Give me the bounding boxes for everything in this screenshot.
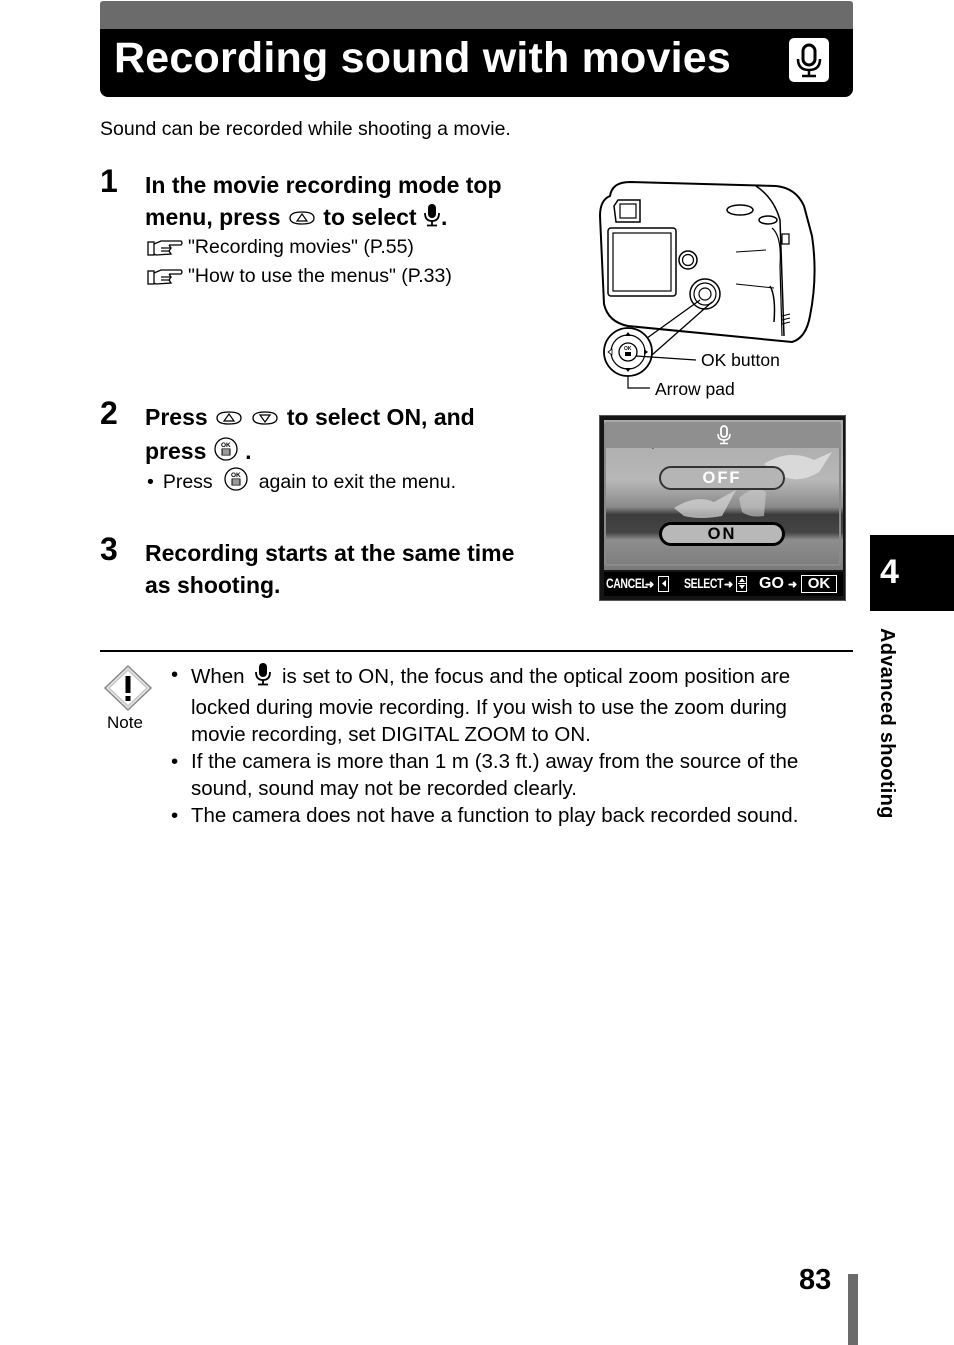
arrow-down-button-icon [250,403,280,435]
note-text: When [191,664,245,688]
note-line: sound, sound may not be recorded clearly… [191,777,577,800]
step-1-number: 1 [100,163,118,199]
microphone-icon [789,38,829,82]
page-title-bar: Recording sound with movies [100,1,853,97]
step-2-line-1: Press to select ON, and [145,401,475,435]
step-2-text: press [145,437,207,464]
ok-button-callout: OK button [701,350,780,370]
chapter-tab[interactable]: 4 [870,535,954,611]
title-bar-top-strip [100,1,853,29]
step-1-text: to select [323,204,417,230]
ok-button-icon: OK [213,436,239,470]
step-1-line-2: menu, press to select . [145,201,502,236]
microphone-icon [423,202,441,236]
note-label: Note [107,713,143,732]
step-2-line-2: press OK . [145,435,475,470]
note-line: movie recording, set DIGITAL ZOOM to ON. [191,723,591,746]
bullet: • [171,804,179,827]
svg-text:OK: OK [221,442,231,449]
lcd-option-off[interactable]: OFF [659,466,785,490]
arrow-up-button-icon [287,203,317,235]
lcd-option-on[interactable]: ON [659,522,785,546]
microphone-icon [716,425,732,450]
note-line: If the camera is more than 1 m (3.3 ft.)… [191,750,799,773]
step-2-text: to select ON, and [286,404,475,430]
lcd-menu-header [606,422,841,448]
select-label: SELECT [684,575,724,591]
page-title: Recording sound with movies [114,34,732,82]
step-2-instruction: Press to select ON, and press OK . [145,401,475,470]
note-line: locked during movie recording. If you wi… [191,696,787,719]
reference-link[interactable]: "How to use the menus" (P.33) [147,262,452,291]
step-2-text: . [245,437,252,464]
camera-illustration: OK [596,176,836,406]
left-key-icon [658,576,669,592]
bullet-text: again to exit the menu. [258,470,456,493]
note-list: • When is set to ON, the focus and the o… [171,661,861,829]
arrow-up-button-icon [214,403,244,435]
svg-text:OK: OK [624,346,632,352]
cancel-label: CANCEL [606,575,648,591]
ok-key-label: OK [801,575,837,593]
step-2-text: Press [145,404,208,430]
reference-text: "Recording movies" (P.55) [188,236,414,258]
up-down-key-icon [736,576,747,592]
reference-hand-icon [147,238,185,258]
warning-diamond-icon [103,664,153,717]
lcd-bottom-bar: CANCEL ➜ SELECT ➜ GO ➜ OK [604,572,843,596]
step-3-number: 3 [100,531,118,567]
step-1-instruction: In the movie recording mode top menu, pr… [145,169,502,236]
bullet: • [171,750,179,773]
reference-hand-icon [147,267,185,287]
step-2-bullet: • Press OK again to exit the menu. [147,466,456,498]
arrow-right-icon: ➜ [788,578,798,591]
intro-text: Sound can be recorded while shooting a m… [100,118,511,140]
lcd-menu-screen: OFF ON CANCEL ➜ SELECT ➜ GO ➜ OK [599,415,846,601]
step-3-line-1: Recording starts at the same time [145,540,515,566]
note-text: is set to ON, the focus and the optical … [281,664,791,688]
note-item: • If the camera is more than 1 m (3.3 ft… [171,748,861,802]
bullet: • [147,470,154,493]
step-3-instruction: Recording starts at the same time as sho… [145,537,514,601]
arrow-pad-callout: Arrow pad [655,379,735,399]
title-bar-main: Recording sound with movies [100,29,853,97]
note-item: • When is set to ON, the focus and the o… [171,661,861,748]
note-line: When is set to ON, the focus and the opt… [191,661,861,694]
note-line: The camera does not have a function to p… [191,804,799,827]
chapter-label: Advanced shooting [876,628,898,819]
bullet-text: Press [162,470,213,493]
go-label: GO [759,575,784,592]
ok-button-icon: OK [223,466,249,498]
page-edge-bar [848,1274,858,1345]
step-1-line-1: In the movie recording mode top [145,172,502,198]
arrow-right-icon: ➜ [724,578,734,591]
step-1-references: "Recording movies" (P.55) "How to use th… [147,233,452,291]
bullet: • [171,663,179,686]
microphone-icon [254,661,272,694]
arrow-right-icon: ➜ [645,578,655,591]
step-1-text: . [441,204,448,230]
section-divider [100,650,853,652]
chapter-number: 4 [880,553,899,591]
step-2-number: 2 [100,395,118,431]
reference-text: "How to use the menus" (P.33) [188,265,452,287]
page-number: 83 [799,1264,832,1296]
step-3-line-2: as shooting. [145,572,281,598]
svg-text:OK: OK [231,472,241,479]
reference-link[interactable]: "Recording movies" (P.55) [147,233,452,262]
step-1-text: menu, press [145,204,281,230]
note-item: • The camera does not have a function to… [171,802,861,829]
